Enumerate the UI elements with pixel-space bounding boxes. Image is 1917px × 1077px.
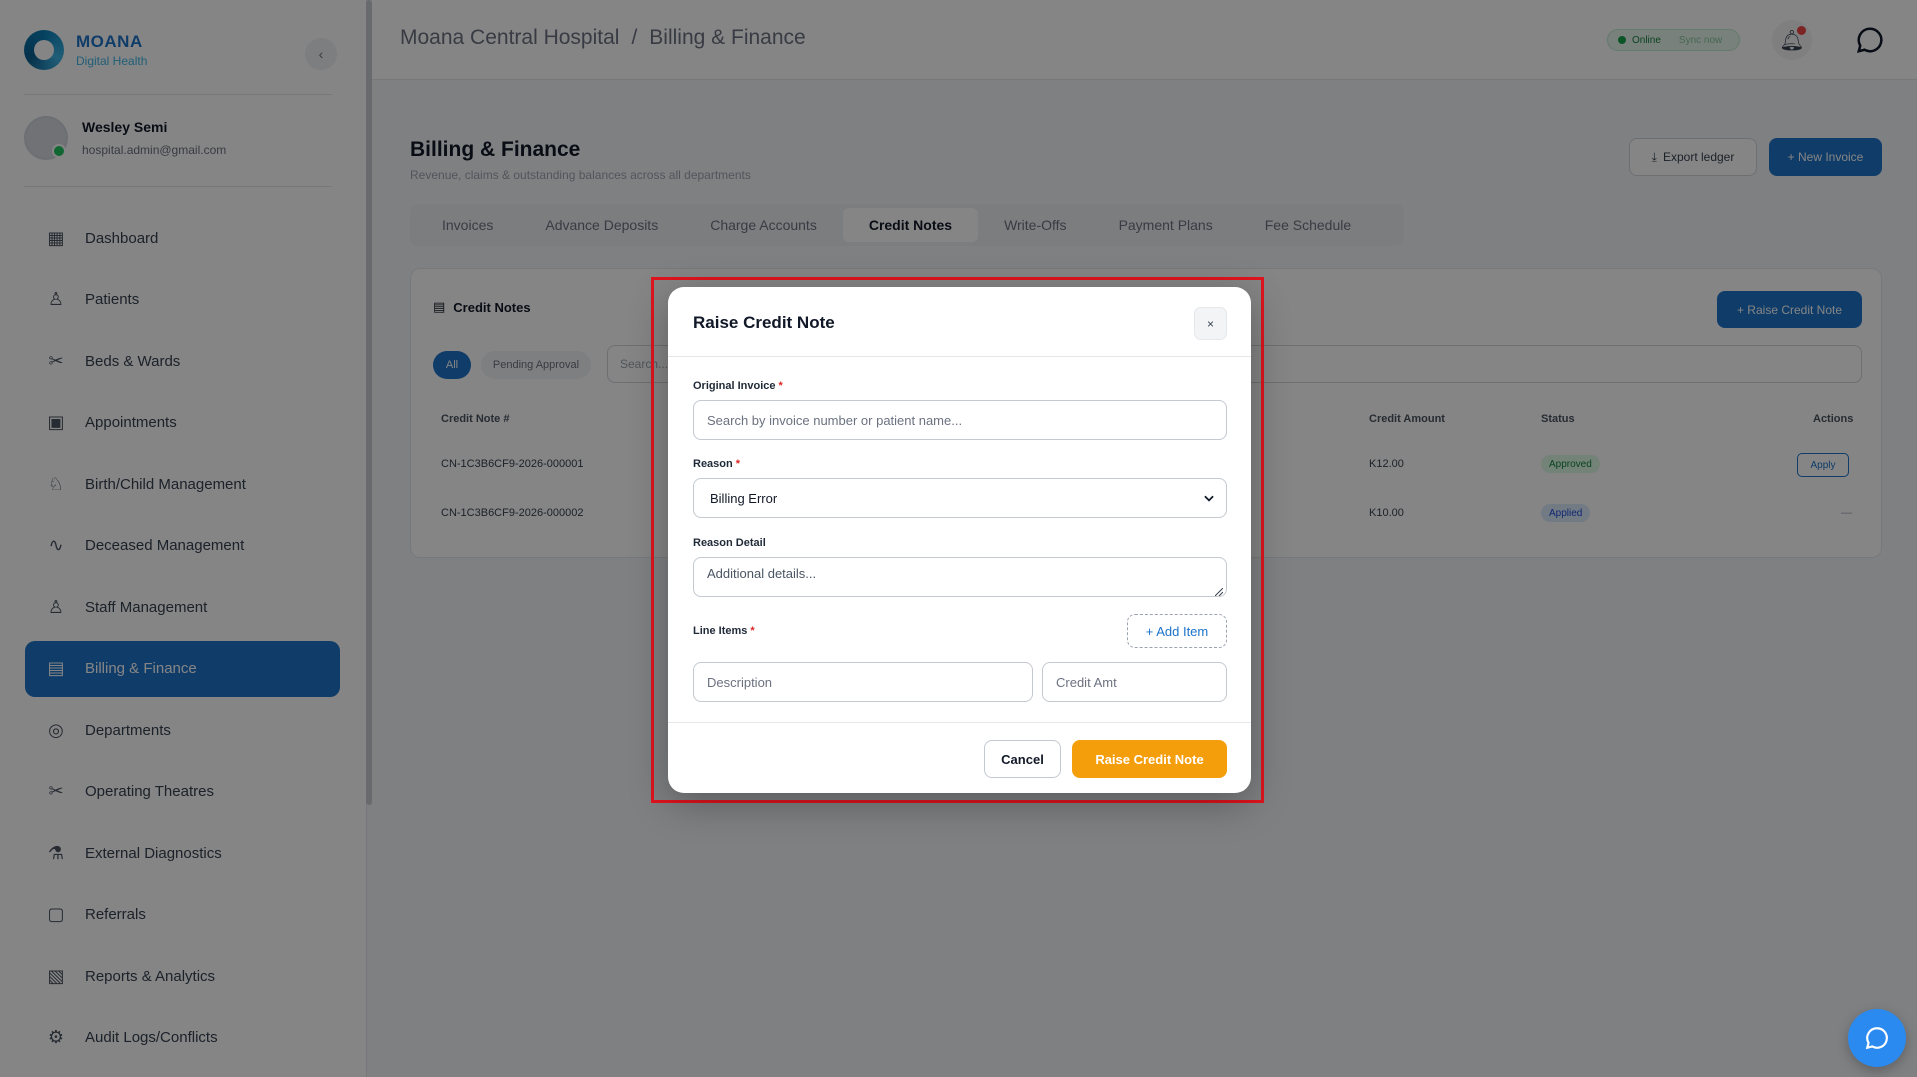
modal-title: Raise Credit Note <box>693 313 835 332</box>
support-chat-button[interactable] <box>1848 1009 1906 1067</box>
required-mark: * <box>735 458 741 470</box>
original-invoice-label: Original Invoice * <box>693 380 783 392</box>
reason-detail-label: Reason Detail <box>693 537 766 549</box>
close-icon: × <box>1206 316 1214 331</box>
cancel-button[interactable]: Cancel <box>984 740 1061 778</box>
label-text: Original Invoice <box>693 380 776 392</box>
chat-bubble-icon <box>1865 1027 1888 1050</box>
raise-credit-note-modal: Raise Credit Note × Original Invoice* Re… <box>668 287 1251 793</box>
reason-detail-textarea[interactable] <box>693 557 1227 597</box>
reason-selected-value: Billing Error <box>710 490 778 506</box>
reason-label: Reason * <box>693 458 740 470</box>
resize-grip-icon[interactable] <box>1215 588 1223 596</box>
label-text: Line Items <box>693 625 748 637</box>
submit-raise-credit-note-button[interactable]: Raise Credit Note <box>1072 740 1227 778</box>
close-button[interactable]: × <box>1194 307 1227 340</box>
modal-header: Raise Credit Note × <box>668 287 1251 357</box>
required-mark: * <box>778 380 783 392</box>
line-item-description-input[interactable] <box>693 662 1033 702</box>
modal-footer-divider <box>668 722 1251 723</box>
label-text: Reason <box>693 458 733 470</box>
line-items-label: Line Items * <box>693 625 755 637</box>
line-item-credit-amount-input[interactable] <box>1042 662 1227 702</box>
add-item-button[interactable]: + Add Item <box>1127 614 1227 648</box>
original-invoice-search-input[interactable] <box>693 400 1227 440</box>
required-mark: * <box>750 625 755 637</box>
chevron-down-icon <box>1204 495 1214 502</box>
reason-select[interactable]: Billing Error <box>693 478 1227 518</box>
